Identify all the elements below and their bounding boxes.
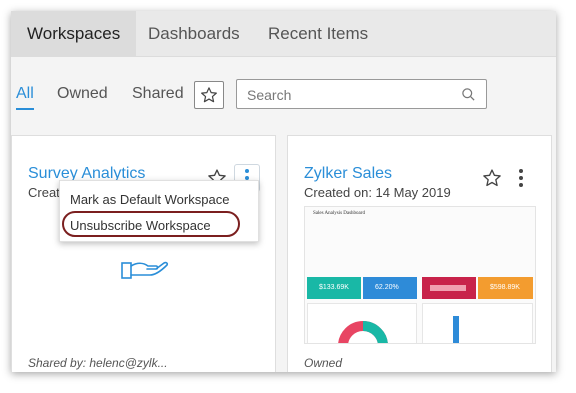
filter-owned[interactable]: Owned: [57, 85, 108, 103]
search-input[interactable]: Search: [236, 79, 487, 109]
card-created-date: Created on: 14 May 2019: [304, 185, 451, 200]
workspace-card-survey-analytics[interactable]: Survey Analytics Created on: 11 Jun 2019…: [11, 135, 276, 372]
donut-chart-thumb: [338, 321, 388, 343]
hand-icon: [121, 261, 169, 279]
menu-item-mark-default[interactable]: Mark as Default Workspace: [70, 192, 229, 207]
search-icon[interactable]: [461, 87, 476, 102]
kpi-tile: [422, 277, 476, 299]
more-options-button[interactable]: [508, 164, 534, 192]
card-shared-by: Shared by: helenc@zylk...: [28, 356, 168, 370]
filter-active-underline: [16, 108, 34, 110]
filter-shared[interactable]: Shared: [132, 85, 184, 103]
tab-workspaces[interactable]: Workspaces: [11, 11, 137, 57]
dashboard-thumbnail[interactable]: Sales Analysis Dashboard $133.69K 62.20%…: [304, 206, 536, 344]
menu-item-unsubscribe[interactable]: Unsubscribe Workspace: [70, 218, 211, 233]
star-icon[interactable]: [482, 168, 502, 188]
kpi-tile: 62.20%: [363, 277, 417, 299]
filter-all[interactable]: All: [16, 85, 34, 103]
card-title[interactable]: Zylker Sales: [304, 165, 392, 183]
thumbnail-panel: [422, 303, 533, 343]
tab-dashboards[interactable]: Dashboards: [132, 11, 256, 57]
kebab-icon: [519, 169, 523, 173]
tab-recent-items[interactable]: Recent Items: [252, 11, 384, 57]
kpi-tile: $598.89K: [478, 277, 533, 299]
favorites-filter-button[interactable]: [194, 81, 224, 109]
card-ownership: Owned: [304, 356, 343, 370]
search-placeholder: Search: [247, 87, 292, 103]
workspace-context-menu: Mark as Default Workspace Unsubscribe Wo…: [59, 180, 259, 242]
kpi-tile: $133.69K: [307, 277, 361, 299]
star-icon: [201, 87, 217, 103]
app-frame: Workspaces Dashboards Recent Items All O…: [11, 11, 556, 372]
workspace-card-zylker-sales[interactable]: Zylker Sales Created on: 14 May 2019 Sal…: [287, 135, 552, 372]
thumbnail-panel: [307, 303, 417, 343]
tab-bar: Workspaces Dashboards Recent Items: [11, 11, 556, 57]
thumbnail-title: Sales Analysis Dashboard: [313, 211, 365, 216]
kebab-icon: [245, 169, 249, 173]
